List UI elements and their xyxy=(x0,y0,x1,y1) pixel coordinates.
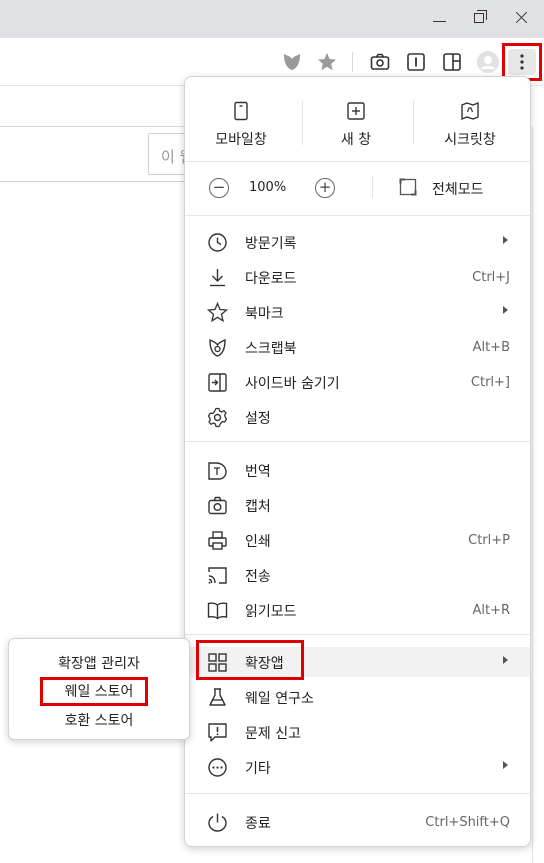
minimize-icon[interactable] xyxy=(425,4,455,30)
menu-item-translate[interactable]: 번역 xyxy=(185,455,530,485)
capture-icon xyxy=(207,495,228,516)
menu-item-bookmark[interactable]: 북마크 xyxy=(185,297,530,327)
menu-item-label: 방문기록 xyxy=(245,236,297,252)
submenu-arrow-icon xyxy=(503,761,508,769)
menu-separator xyxy=(185,215,530,216)
power-icon xyxy=(207,812,228,833)
zoom-level: 100% xyxy=(249,180,287,195)
new-window-button[interactable]: 새 창 xyxy=(311,101,401,151)
bookmark-star-icon xyxy=(207,302,228,323)
window-titlebar xyxy=(0,0,544,38)
shortcut-text: Ctrl+J xyxy=(472,270,510,285)
print-icon xyxy=(207,530,228,551)
download-icon xyxy=(207,267,228,288)
extensions-highlight-box xyxy=(196,640,304,680)
submenu-arrow-icon xyxy=(503,306,508,314)
zoom-in-button[interactable]: + xyxy=(315,178,335,198)
new-window-icon xyxy=(346,101,366,121)
menu-item-label: 사이드바 숨기기 xyxy=(245,376,340,392)
more-circle-icon xyxy=(207,757,228,778)
menu-item-exit[interactable]: 종료 Ctrl+Shift+Q xyxy=(185,807,530,837)
submenu-item-extension-manager[interactable]: 확장앱 관리자 xyxy=(9,653,189,679)
sidebar-hide-icon xyxy=(207,372,228,393)
submenu-item-compat-store[interactable]: 호환 스토어 xyxy=(9,710,189,736)
top-separator xyxy=(302,101,303,145)
menu-item-label: 번역 xyxy=(245,464,271,480)
menu-item-label: 다운로드 xyxy=(245,271,297,287)
submenu-arrow-icon xyxy=(503,656,508,664)
extensions-submenu: 확장앱 관리자 웨일 스토어 호환 스토어 xyxy=(8,638,190,740)
menu-separator xyxy=(185,634,530,635)
menu-item-label: 기타 xyxy=(245,761,271,777)
shortcut-text: Ctrl+] xyxy=(470,375,510,390)
menu-item-history[interactable]: 방문기록 xyxy=(185,227,530,257)
top-separator xyxy=(413,101,414,145)
sidebar-icon[interactable] xyxy=(440,50,464,74)
shortcut-text: Alt+B xyxy=(472,340,510,355)
menu-item-label: 문제 신고 xyxy=(245,726,301,742)
page-scroll-edge xyxy=(532,126,533,863)
menu-item-scrapbook[interactable]: 스크랩북 Alt+B xyxy=(185,332,530,362)
menu-item-label: 인쇄 xyxy=(245,534,271,550)
menu-separator xyxy=(185,161,530,162)
secret-window-label: 시크릿창 xyxy=(444,132,496,148)
menu-item-report[interactable]: 문제 신고 xyxy=(185,717,530,747)
main-menu: 모바일창 새 창 시크릿창 − 100% + 전체모드 방문기록 다운로드 Ct… xyxy=(184,76,531,847)
profile-icon[interactable] xyxy=(476,50,500,74)
menu-item-etc[interactable]: 기타 xyxy=(185,752,530,782)
shortcut-text: Alt+R xyxy=(472,603,510,618)
shortcut-text: Ctrl+P xyxy=(468,533,510,548)
menu-item-label: 읽기모드 xyxy=(245,604,297,620)
menu-separator xyxy=(185,441,530,442)
menu-item-label: 설정 xyxy=(245,411,271,427)
menu-item-cast[interactable]: 전송 xyxy=(185,560,530,590)
menu-item-download[interactable]: 다운로드 Ctrl+J xyxy=(185,262,530,292)
mobile-window-label: 모바일창 xyxy=(215,132,267,148)
zoom-separator xyxy=(372,176,373,198)
star-icon[interactable] xyxy=(315,50,339,74)
menu-item-whale-lab[interactable]: 웨일 연구소 xyxy=(185,682,530,712)
shield-icon[interactable] xyxy=(280,50,304,74)
camera-icon[interactable] xyxy=(368,50,392,74)
menu-separator xyxy=(185,793,530,794)
content-divider xyxy=(0,126,186,127)
cursor-icon[interactable] xyxy=(404,50,428,74)
new-window-label: 새 창 xyxy=(340,132,372,148)
menu-item-label: 전송 xyxy=(245,569,271,585)
history-icon xyxy=(207,232,228,253)
content-divider xyxy=(0,181,186,182)
fullscreen-icon[interactable] xyxy=(399,178,417,196)
more-icon[interactable] xyxy=(508,49,536,75)
menu-item-label: 종료 xyxy=(245,816,271,832)
shortcut-text: Ctrl+Shift+Q xyxy=(425,815,510,830)
close-icon[interactable] xyxy=(506,4,536,30)
mobile-window-button[interactable]: 모바일창 xyxy=(196,101,286,151)
menu-item-label: 캡처 xyxy=(245,499,271,515)
gear-icon xyxy=(207,407,228,428)
menu-item-sidebar-hide[interactable]: 사이드바 숨기기 Ctrl+] xyxy=(185,367,530,397)
secret-icon xyxy=(460,101,480,121)
submenu-arrow-icon xyxy=(503,236,508,244)
menu-item-label: 스크랩북 xyxy=(245,341,297,357)
zoom-out-button[interactable]: − xyxy=(209,178,229,198)
menu-item-label: 웨일 연구소 xyxy=(245,691,314,707)
menu-item-print[interactable]: 인쇄 Ctrl+P xyxy=(185,525,530,555)
mobile-icon xyxy=(231,101,251,121)
menu-item-reading-mode[interactable]: 읽기모드 Alt+R xyxy=(185,595,530,625)
menu-item-settings[interactable]: 설정 xyxy=(185,402,530,432)
menu-item-label: 북마크 xyxy=(245,306,284,322)
restore-icon[interactable] xyxy=(464,4,494,30)
scrapbook-icon xyxy=(207,337,228,358)
fullscreen-label[interactable]: 전체모드 xyxy=(432,179,484,199)
reading-icon xyxy=(207,600,228,621)
translate-icon xyxy=(207,460,228,481)
toolbar-separator xyxy=(352,52,353,72)
cast-icon xyxy=(207,565,228,586)
menu-item-capture[interactable]: 캡처 xyxy=(185,490,530,520)
lab-icon xyxy=(207,687,228,708)
secret-window-button[interactable]: 시크릿창 xyxy=(425,101,515,151)
whale-store-highlight-box xyxy=(40,677,148,706)
report-icon xyxy=(207,722,228,743)
